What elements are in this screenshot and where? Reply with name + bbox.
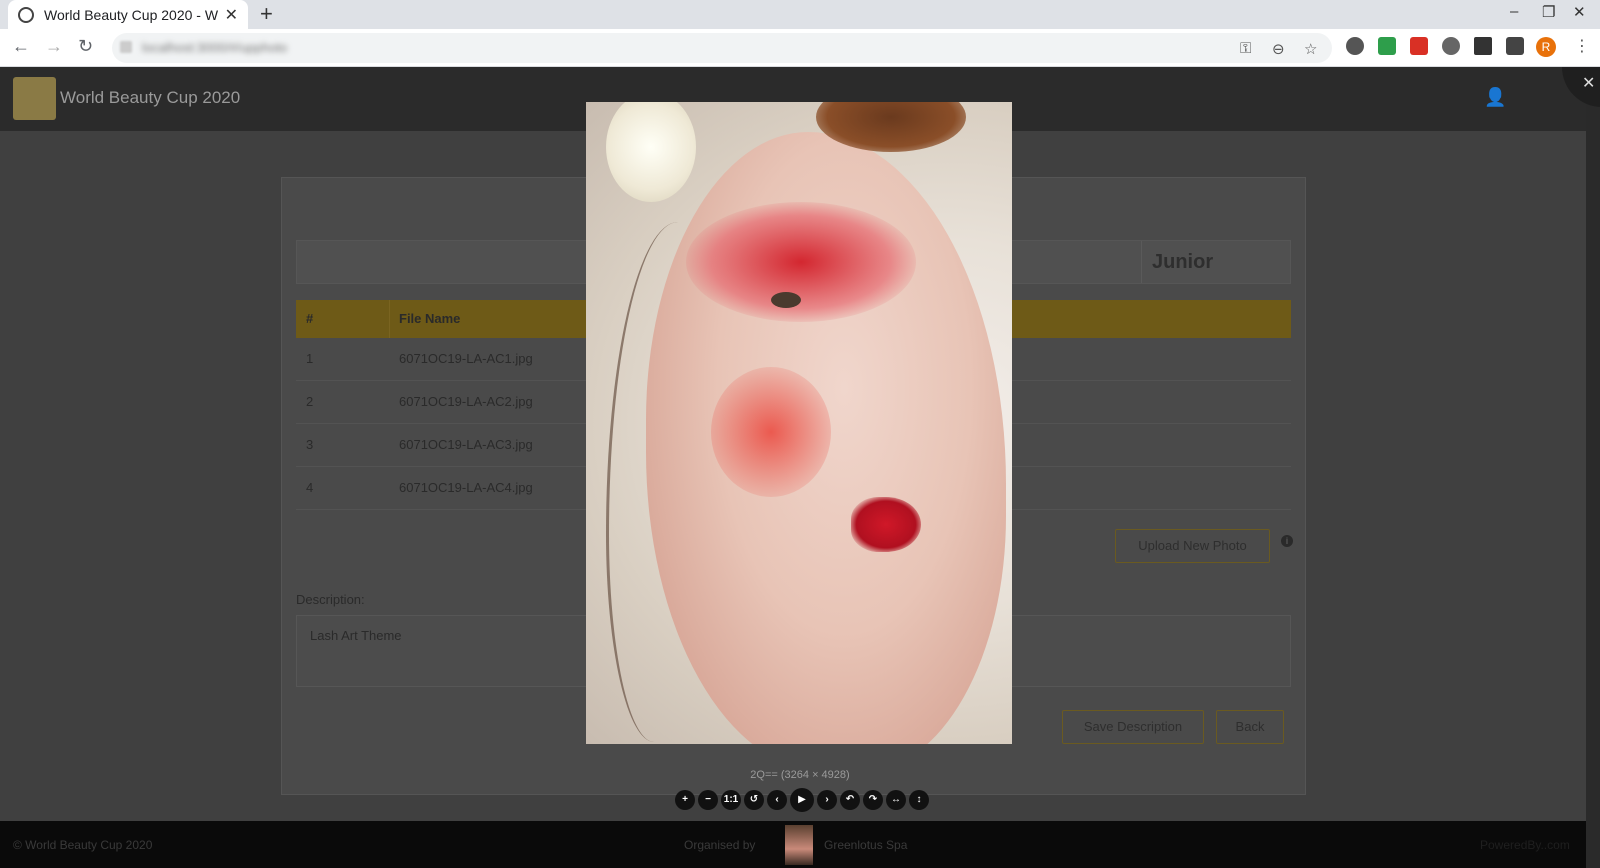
photo-eye-art [686, 202, 916, 322]
app-title: World Beauty Cup 2020 [60, 88, 241, 107]
footer-powered-by[interactable]: PoweredBy..com [1480, 838, 1570, 852]
sync-extension-icon[interactable] [1442, 37, 1460, 55]
browser-tab-strip: World Beauty Cup 2020 - W ✕ + – ❐ ✕ [0, 0, 1600, 29]
restore-icon[interactable]: ❐ [1542, 3, 1555, 21]
photo-vine-art [606, 222, 726, 742]
footer-organiser: Greenlotus Spa [824, 838, 908, 852]
browser-menu-icon[interactable]: ⋮ [1574, 36, 1590, 56]
app-logo[interactable] [13, 77, 56, 120]
bookmark-star-icon[interactable]: ☆ [1304, 40, 1317, 58]
header-divider [389, 300, 390, 338]
extension-icon[interactable] [1346, 37, 1364, 55]
row-number: 1 [306, 351, 314, 366]
prev-icon[interactable]: ‹ [767, 790, 787, 810]
puzzle-extensions-icon[interactable] [1506, 37, 1524, 55]
flip-vertical-icon[interactable]: ↕ [909, 790, 929, 810]
description-value: Lash Art Theme [310, 628, 402, 643]
reset-icon[interactable]: ↺ [744, 790, 764, 810]
col-number-header: # [306, 311, 314, 326]
row-number: 4 [306, 480, 314, 495]
sound-icon[interactable] [1474, 37, 1492, 55]
zoom-icon[interactable]: ⊖ [1272, 40, 1285, 58]
row-filename: 6071OC19-LA-AC4.jpg [399, 480, 533, 495]
zoom-out-icon[interactable]: − [698, 790, 718, 810]
back-button[interactable]: Back [1216, 710, 1284, 744]
viewer-toolbar: + − 1:1 ↺ ‹ ▶ › ↶ ↷ ↔ ↕ [675, 788, 929, 812]
profile-avatar[interactable]: R [1536, 37, 1556, 57]
flip-horizontal-icon[interactable]: ↔ [886, 790, 906, 810]
description-label: Description: [296, 592, 365, 607]
globe-icon [18, 6, 34, 23]
new-tab-button[interactable]: + [260, 1, 273, 27]
photo-eye [771, 292, 801, 308]
minimize-icon[interactable]: – [1510, 3, 1518, 20]
site-info-icon[interactable] [120, 41, 132, 53]
lastpass-extension-icon[interactable] [1410, 37, 1428, 55]
organiser-logo [785, 825, 813, 865]
page-scrollbar[interactable] [1586, 67, 1600, 868]
col-filename-header: File Name [399, 311, 461, 326]
browser-toolbar: ← → ↻ localhost:3000/#/upphoto ⚿ ⊖ ☆ R ⋮ [0, 29, 1600, 67]
viewer-photo[interactable] [586, 102, 1012, 744]
close-window-icon[interactable]: ✕ [1573, 3, 1586, 21]
browser-tab[interactable]: World Beauty Cup 2020 - W ✕ [8, 0, 248, 29]
shield-extension-icon[interactable] [1378, 37, 1396, 55]
rotate-right-icon[interactable]: ↷ [863, 790, 883, 810]
forward-nav-icon[interactable]: → [45, 36, 63, 57]
user-menu-icon[interactable]: 👤 [1484, 87, 1506, 108]
viewer-caption: 2Q== (3264 × 4928) [750, 769, 850, 781]
row-number: 3 [306, 437, 314, 452]
row-filename: 6071OC19-LA-AC2.jpg [399, 394, 533, 409]
upload-photo-button[interactable]: Upload New Photo [1115, 529, 1270, 563]
row-number: 2 [306, 394, 314, 409]
one-to-one-icon[interactable]: 1:1 [721, 790, 741, 810]
photo-lips [851, 497, 921, 552]
reload-icon[interactable]: ↻ [78, 36, 93, 57]
row-filename: 6071OC19-LA-AC3.jpg [399, 437, 533, 452]
footer-copyright: © World Beauty Cup 2020 [13, 838, 153, 852]
info-icon[interactable]: i [1281, 535, 1293, 547]
footer-organised-by: Organised by [684, 838, 756, 852]
photo-cheek-art [711, 367, 831, 497]
address-url: localhost:3000/#/upphoto [142, 40, 288, 55]
category-label: Junior [1141, 241, 1291, 283]
zoom-in-icon[interactable]: + [675, 790, 695, 810]
back-nav-icon[interactable]: ← [12, 36, 30, 57]
tab-title: World Beauty Cup 2020 - W [44, 6, 219, 23]
next-icon[interactable]: › [817, 790, 837, 810]
close-tab-icon[interactable]: ✕ [225, 5, 238, 25]
rotate-left-icon[interactable]: ↶ [840, 790, 860, 810]
save-description-button[interactable]: Save Description [1062, 710, 1204, 744]
address-bar[interactable]: localhost:3000/#/upphoto ⚿ ⊖ ☆ [112, 33, 1332, 63]
play-icon[interactable]: ▶ [790, 788, 814, 812]
row-filename: 6071OC19-LA-AC1.jpg [399, 351, 533, 366]
app-footer: © World Beauty Cup 2020 Organised by Gre… [0, 821, 1586, 868]
key-icon[interactable]: ⚿ [1240, 40, 1251, 57]
photo-flower [606, 102, 696, 202]
